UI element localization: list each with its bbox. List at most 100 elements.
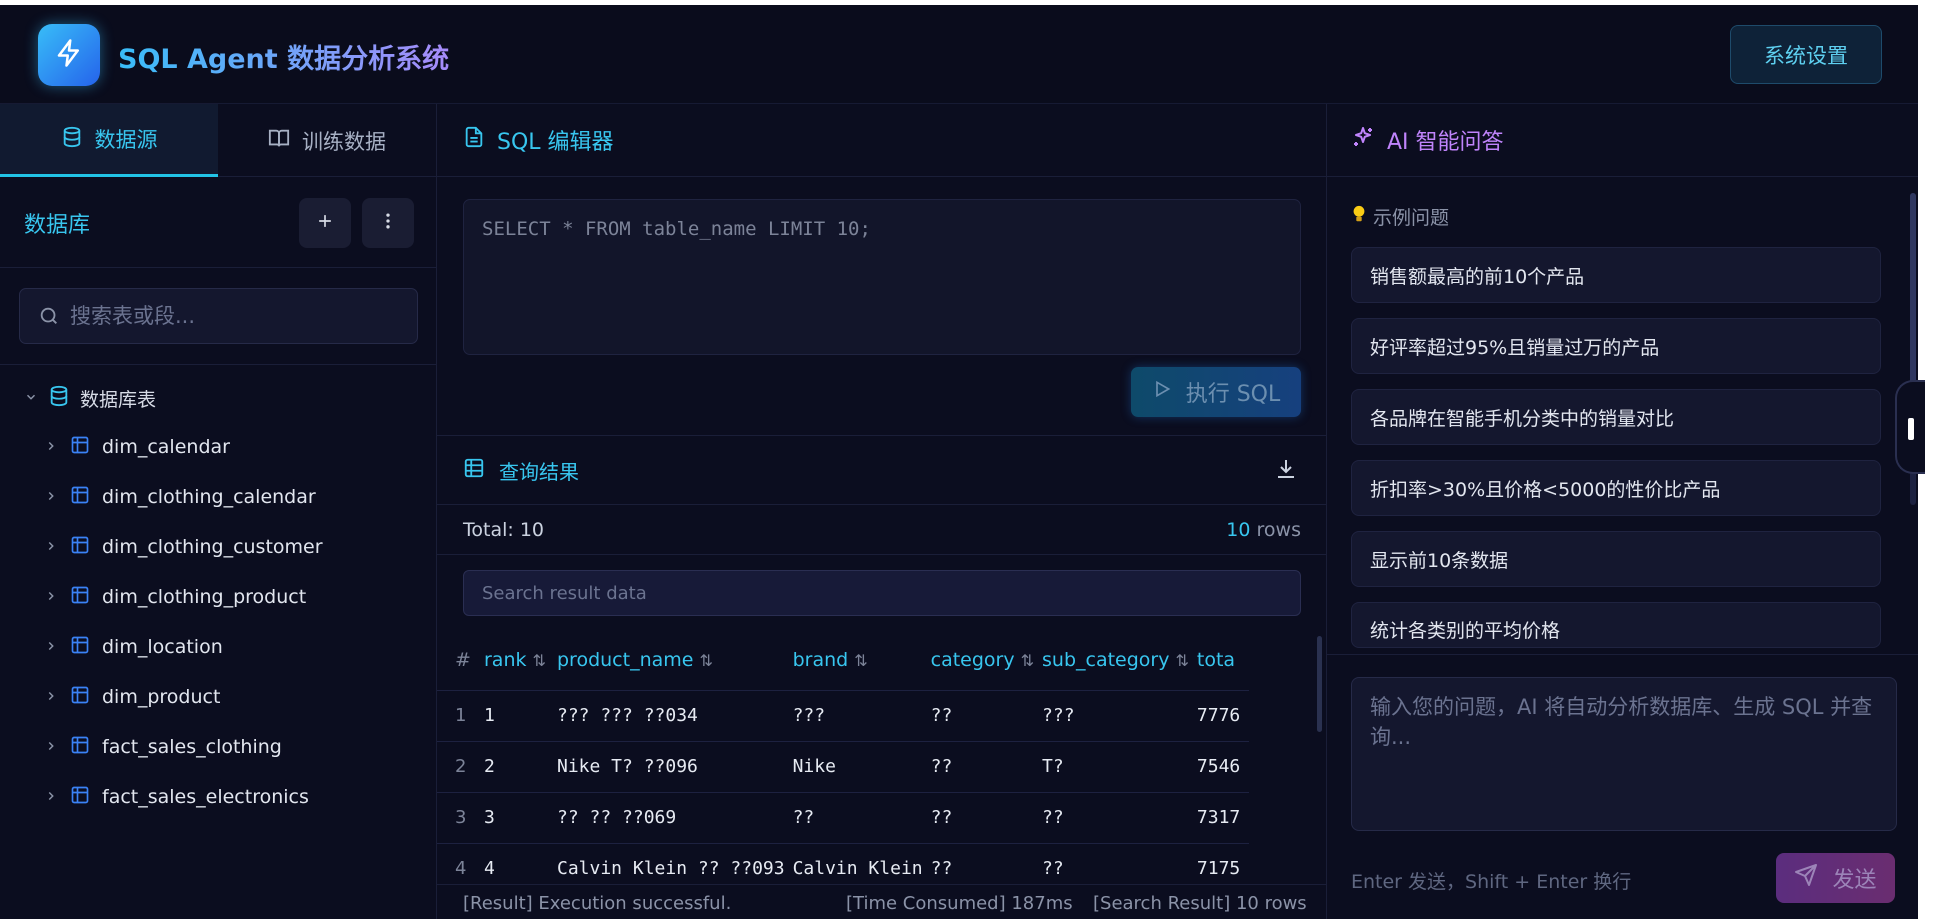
- column-header-total[interactable]: tota: [1188, 630, 1249, 691]
- tab-training-data[interactable]: 训练数据: [218, 104, 436, 177]
- run-sql-button[interactable]: 执行 SQL: [1131, 367, 1301, 417]
- play-icon: [1152, 379, 1172, 405]
- ai-title: AI 智能问答: [1387, 130, 1504, 155]
- table-cell: ??? ??? ??034: [549, 690, 785, 742]
- table-cell: ??: [922, 843, 1035, 884]
- results-table: # rank ⇅ product_name ⇅ brand ⇅ category ⇅ s…: [437, 630, 1327, 884]
- tree-item-table[interactable]: dim_calendar: [44, 430, 230, 464]
- table-name: fact_sales_electronics: [102, 786, 309, 808]
- tree-root-database-tables[interactable]: 数据库表: [24, 381, 156, 415]
- chevron-right-icon: [44, 486, 58, 508]
- table-name: dim_clothing_product: [102, 586, 307, 608]
- table-grid-icon: [463, 457, 485, 484]
- sort-icon: ⇅: [1020, 650, 1035, 670]
- result-search-box: [463, 570, 1301, 616]
- table-search-box: [19, 288, 418, 344]
- send-icon: [1794, 863, 1818, 893]
- status-result: [Result] Execution successful.: [463, 893, 732, 914]
- panel-resize-handle[interactable]: [1895, 380, 1925, 474]
- table-name: dim_clothing_calendar: [102, 486, 316, 508]
- table-cell: 7546: [1188, 741, 1249, 793]
- chevron-right-icon: [44, 436, 58, 458]
- table-cell: 7776: [1188, 690, 1249, 742]
- book-icon: [268, 127, 290, 154]
- sort-icon: ⇅: [854, 650, 868, 670]
- sql-editor-header: SQL 编辑器: [437, 104, 1327, 177]
- tree-item-table[interactable]: fact_sales_electronics: [44, 780, 309, 814]
- examples-scrollbar-thumb[interactable]: [1910, 193, 1916, 403]
- tab-data-source-label: 数据源: [94, 128, 158, 152]
- table-name: dim_calendar: [102, 436, 230, 458]
- table-cell: ??: [922, 792, 1035, 844]
- table-cell: Nike: [784, 741, 923, 793]
- example-question[interactable]: 各品牌在智能手机分类中的销量对比: [1351, 389, 1881, 445]
- table-cell: 3: [437, 792, 476, 844]
- ai-panel: AI 智能问答 示例问题 销售额最高的前10个产品 好评率超过95%且销量过万的…: [1327, 104, 1918, 919]
- table-cell: ??: [784, 792, 923, 844]
- status-search: [Search Result] 10 rows: [1093, 893, 1307, 914]
- table-search-input[interactable]: [60, 304, 417, 328]
- table-icon: [70, 635, 90, 660]
- column-header-label: sub_category: [1042, 648, 1170, 671]
- table-cell: Nike T? ??096: [549, 741, 785, 793]
- question-input[interactable]: [1351, 677, 1897, 831]
- example-question[interactable]: 显示前10条数据: [1351, 531, 1881, 587]
- app-header: SQL Agent 数据分析系统 系统设置: [0, 5, 1918, 104]
- column-header-label: rank: [484, 648, 527, 671]
- sql-editor-title: SQL 编辑器: [497, 130, 614, 155]
- sidebar-tabs: 数据源 训练数据: [0, 104, 437, 177]
- examples-title: 示例问题: [1351, 203, 1449, 230]
- table-icon: [70, 435, 90, 460]
- table-name: fact_sales_clothing: [102, 736, 282, 758]
- table-cell: ???: [1034, 690, 1189, 742]
- table-cell: 1: [437, 690, 476, 742]
- row-count-suffix: rows: [1256, 519, 1301, 541]
- table-cell: 3: [476, 792, 549, 844]
- tree-item-table[interactable]: dim_clothing_customer: [44, 530, 323, 564]
- tab-data-source[interactable]: 数据源: [0, 104, 218, 177]
- table-cell: 7175: [1188, 843, 1249, 884]
- handle-grip: [1908, 418, 1914, 440]
- example-question[interactable]: 销售额最高的前10个产品: [1351, 247, 1881, 303]
- column-header-sub-category[interactable]: sub_category ⇅: [1034, 630, 1189, 691]
- tree-item-table[interactable]: dim_product: [44, 680, 220, 714]
- example-question[interactable]: 折扣率>30%且价格<5000的性价比产品: [1351, 460, 1881, 516]
- table-cell: 4: [476, 843, 549, 884]
- column-header-rank[interactable]: rank ⇅: [476, 630, 549, 691]
- table-cell: ??: [1034, 843, 1189, 884]
- example-question[interactable]: 统计各类别的平均价格: [1351, 602, 1881, 648]
- row-count-number: 10: [1226, 519, 1251, 541]
- chevron-right-icon: [44, 786, 58, 808]
- tree-item-table[interactable]: dim_clothing_calendar: [44, 480, 316, 514]
- results-title: 查询结果: [499, 459, 579, 484]
- table-cell: ?? ?? ??069: [549, 792, 785, 844]
- chevron-right-icon: [44, 536, 58, 558]
- table-name: dim_product: [102, 686, 221, 708]
- keyboard-hint: Enter 发送，Shift + Enter 换行: [1351, 871, 1632, 893]
- more-vertical-icon: [378, 211, 398, 235]
- example-question[interactable]: 好评率超过95%且销量过万的产品: [1351, 318, 1881, 374]
- database-header: 数据库: [0, 177, 437, 268]
- table-cell: ??: [1034, 792, 1189, 844]
- column-header-product-name[interactable]: product_name ⇅: [549, 630, 785, 691]
- column-header-brand[interactable]: brand ⇅: [784, 630, 923, 691]
- table-icon: [70, 735, 90, 760]
- send-button[interactable]: 发送: [1776, 853, 1895, 903]
- result-search-input[interactable]: [482, 582, 1300, 604]
- tree-root-label: 数据库表: [80, 388, 157, 411]
- database-icon: [61, 126, 83, 153]
- tree-item-table[interactable]: fact_sales_clothing: [44, 730, 282, 764]
- column-header-category[interactable]: category ⇅: [922, 630, 1035, 691]
- table-row: 4 4 Calvin Klein ?? ??093 Calvin Klein ?…: [437, 843, 1249, 884]
- tree-item-table[interactable]: dim_clothing_product: [44, 580, 306, 614]
- tree-item-table[interactable]: dim_location: [44, 630, 223, 664]
- more-options-button[interactable]: [362, 198, 414, 248]
- results-scrollbar[interactable]: [1317, 636, 1322, 732]
- download-button[interactable]: [1271, 456, 1301, 486]
- add-database-button[interactable]: [299, 198, 351, 248]
- table-cell: 7317: [1188, 792, 1249, 844]
- settings-button[interactable]: 系统设置: [1730, 25, 1882, 84]
- table-header-row: # rank ⇅ product_name ⇅ brand ⇅ category ⇅ s…: [437, 630, 1249, 691]
- sql-editor-input[interactable]: SELECT * FROM table_name LIMIT 10;: [463, 199, 1301, 355]
- table-cell: ??: [922, 741, 1035, 793]
